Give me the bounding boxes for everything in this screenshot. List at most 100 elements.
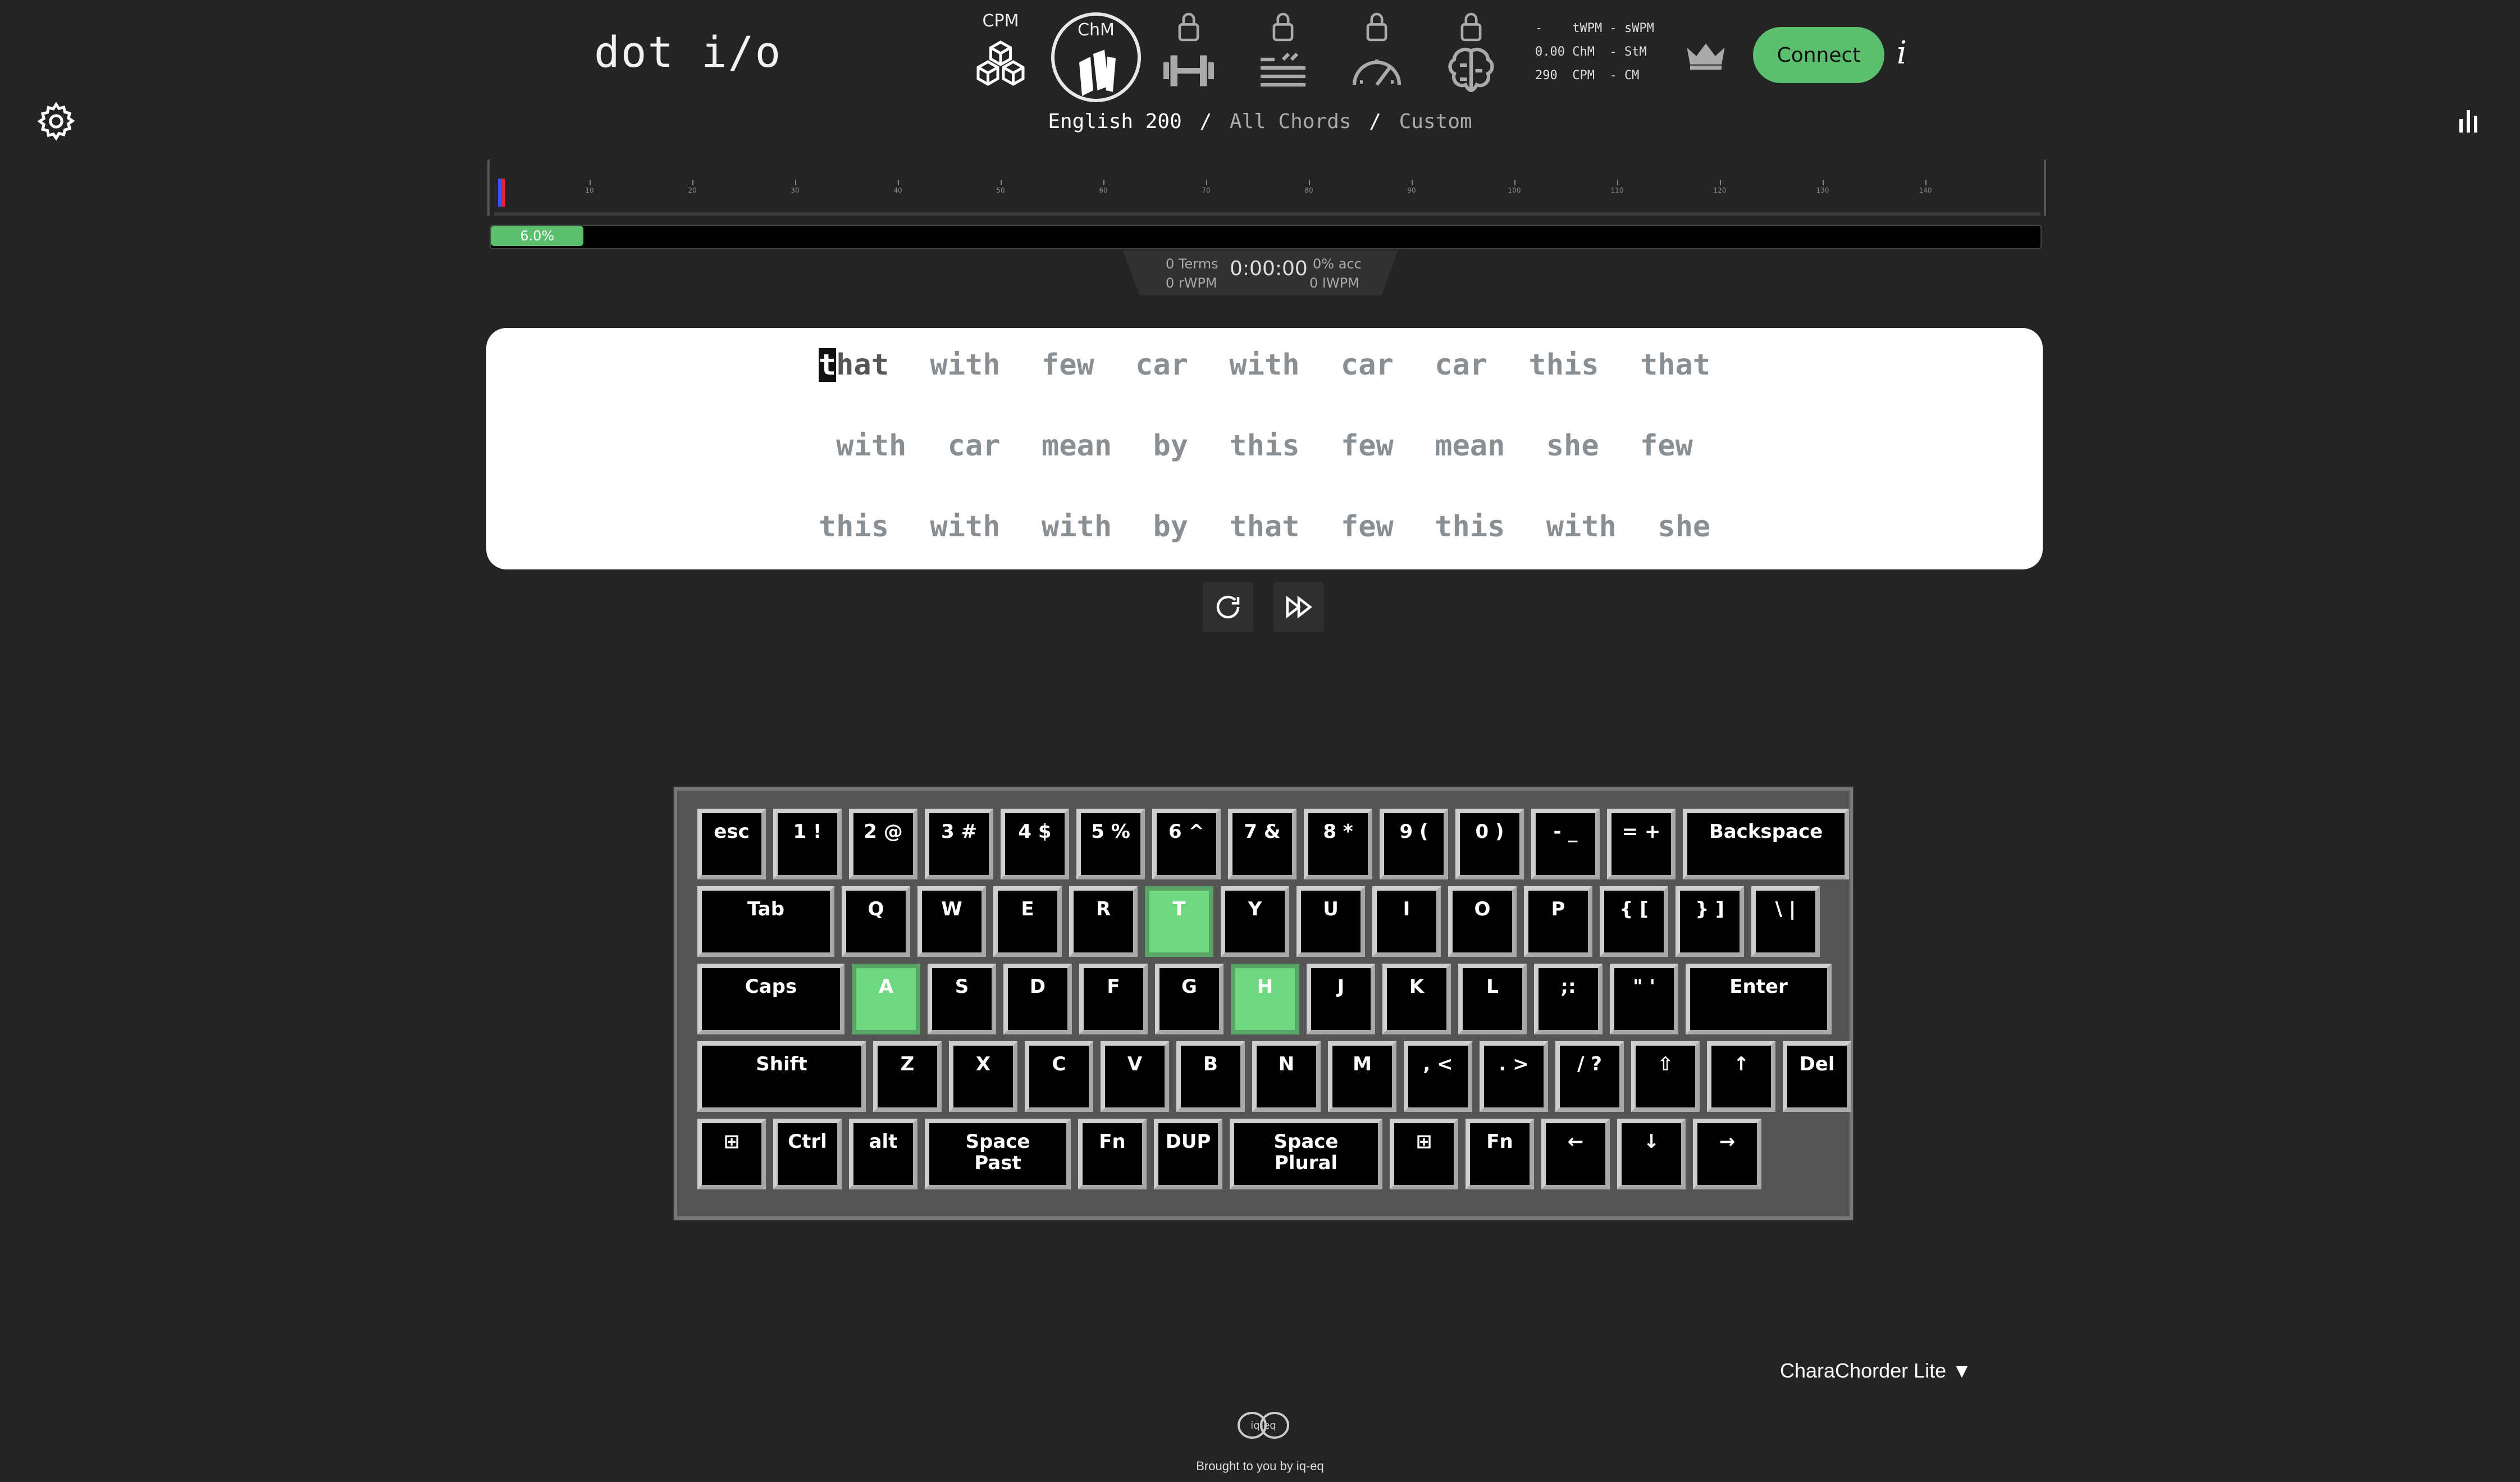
key-⇧[interactable]: ⇧: [1631, 1041, 1700, 1112]
key-5-%[interactable]: 5 %: [1076, 809, 1145, 879]
key-w[interactable]: W: [917, 886, 986, 957]
lock-icon: [1178, 12, 1199, 42]
key-dup[interactable]: DUP: [1154, 1119, 1222, 1189]
key-j[interactable]: J: [1307, 964, 1375, 1034]
key-h[interactable]: H: [1231, 964, 1299, 1034]
prompt-word: few: [1640, 429, 1693, 463]
mini-stats-line3: 290 CPM - CM: [1535, 69, 1640, 83]
key-tab[interactable]: Tab: [697, 886, 834, 957]
key-"-'[interactable]: " ': [1610, 964, 1678, 1034]
key-}-][interactable]: } ]: [1676, 886, 1744, 957]
ruler-label: 140: [1919, 186, 1932, 194]
mode-speed-locked[interactable]: [1332, 11, 1422, 101]
key-←[interactable]: ←: [1541, 1119, 1610, 1189]
skip-button[interactable]: [1273, 582, 1324, 632]
key-→[interactable]: →: [1693, 1119, 1761, 1189]
restart-button[interactable]: [1203, 582, 1253, 632]
key-b[interactable]: B: [1176, 1041, 1245, 1112]
breadcrumb-all-chords[interactable]: All Chords: [1230, 110, 1352, 133]
mode-cpm[interactable]: CPM: [956, 11, 1046, 101]
key-s[interactable]: S: [928, 964, 996, 1034]
key-1-![interactable]: 1 !: [773, 809, 842, 879]
ruler-tick: [1309, 180, 1310, 185]
ruler-tick: [692, 180, 693, 185]
fast-forward-icon: [1286, 595, 1312, 619]
key-8-*[interactable]: 8 *: [1304, 809, 1372, 879]
mode-lines-locked[interactable]: [1238, 11, 1328, 101]
key-t[interactable]: T: [1145, 886, 1213, 957]
key-space-past[interactable]: Space Past: [925, 1119, 1071, 1189]
key-=-+[interactable]: = +: [1607, 809, 1676, 879]
key-e[interactable]: E: [993, 886, 1062, 957]
ruler-tick: [1823, 180, 1824, 185]
ruler-label: 40: [893, 186, 902, 194]
key-q[interactable]: Q: [842, 886, 910, 957]
breadcrumb-separator: /: [1369, 110, 1381, 133]
key-{-[[interactable]: { [: [1600, 886, 1668, 957]
key-2-@[interactable]: 2 @: [849, 809, 917, 879]
key-↑[interactable]: ↑: [1707, 1041, 1775, 1112]
prompt-word: few: [1340, 510, 1394, 544]
key-shift[interactable]: Shift: [697, 1041, 866, 1112]
key-i[interactable]: I: [1372, 886, 1441, 957]
key-v[interactable]: V: [1101, 1041, 1169, 1112]
key-0-)[interactable]: 0 ): [1455, 809, 1524, 879]
key-space-plural[interactable]: Space Plural: [1230, 1119, 1382, 1189]
prompt-word: this: [1528, 348, 1599, 382]
key-7-&[interactable]: 7 &: [1228, 809, 1296, 879]
key-del[interactable]: Del: [1783, 1041, 1851, 1112]
key-y[interactable]: Y: [1221, 886, 1289, 957]
key-,-<[interactable]: , <: [1404, 1041, 1472, 1112]
key-/-?[interactable]: / ?: [1555, 1041, 1624, 1112]
key-backspace[interactable]: Backspace: [1683, 809, 1849, 879]
terms-count: 0 Terms: [1166, 256, 1218, 272]
key-4-$[interactable]: 4 $: [1001, 809, 1069, 879]
key-u[interactable]: U: [1296, 886, 1365, 957]
breadcrumb-custom[interactable]: Custom: [1399, 110, 1472, 133]
connect-button[interactable]: Connect: [1753, 27, 1884, 83]
ruler-label: 50: [996, 186, 1005, 194]
key-6-^[interactable]: 6 ^: [1152, 809, 1221, 879]
key-g[interactable]: G: [1155, 964, 1224, 1034]
breadcrumb-english-200[interactable]: English 200: [1048, 110, 1181, 133]
key-⊞[interactable]: ⊞: [1390, 1119, 1458, 1189]
device-selector[interactable]: CharaChorder Lite ▼: [1780, 1359, 1972, 1383]
position-marker: [498, 179, 505, 207]
mode-strength-locked[interactable]: [1144, 11, 1234, 101]
key-esc[interactable]: esc: [697, 809, 766, 879]
mode-brain-locked[interactable]: [1426, 11, 1516, 101]
key-;:[interactable]: ;:: [1534, 964, 1603, 1034]
key-o[interactable]: O: [1448, 886, 1517, 957]
key-p[interactable]: P: [1524, 886, 1592, 957]
key-f[interactable]: F: [1079, 964, 1148, 1034]
key-\-|[interactable]: \ |: [1751, 886, 1820, 957]
key-z[interactable]: Z: [873, 1041, 942, 1112]
books-icon: [1079, 49, 1116, 96]
key-c[interactable]: C: [1025, 1041, 1093, 1112]
key-k[interactable]: K: [1382, 964, 1451, 1034]
prompt-word: with: [930, 510, 1001, 544]
key-↓[interactable]: ↓: [1617, 1119, 1686, 1189]
info-icon[interactable]: i: [1897, 35, 1907, 71]
key-alt[interactable]: alt: [849, 1119, 917, 1189]
key-m[interactable]: M: [1328, 1041, 1396, 1112]
crown-icon[interactable]: [1684, 39, 1727, 71]
typing-prompt[interactable]: that with few car with car car this that…: [486, 328, 2043, 569]
key-a[interactable]: A: [852, 964, 920, 1034]
key-9-([interactable]: 9 (: [1380, 809, 1448, 879]
key-d[interactable]: D: [1003, 964, 1072, 1034]
key-⊞[interactable]: ⊞: [697, 1119, 766, 1189]
key-r[interactable]: R: [1069, 886, 1138, 957]
key-enter[interactable]: Enter: [1686, 964, 1832, 1034]
key-.->[interactable]: . >: [1480, 1041, 1548, 1112]
key-ctrl[interactable]: Ctrl: [773, 1119, 842, 1189]
mode-chm[interactable]: ChM: [1051, 12, 1141, 102]
key-l[interactable]: L: [1458, 964, 1527, 1034]
key-fn[interactable]: Fn: [1466, 1119, 1534, 1189]
key-fn[interactable]: Fn: [1078, 1119, 1147, 1189]
key-x[interactable]: X: [949, 1041, 1017, 1112]
key-3-#[interactable]: 3 #: [925, 809, 993, 879]
key---_[interactable]: - _: [1531, 809, 1600, 879]
key-n[interactable]: N: [1252, 1041, 1321, 1112]
key-caps[interactable]: Caps: [697, 964, 844, 1034]
